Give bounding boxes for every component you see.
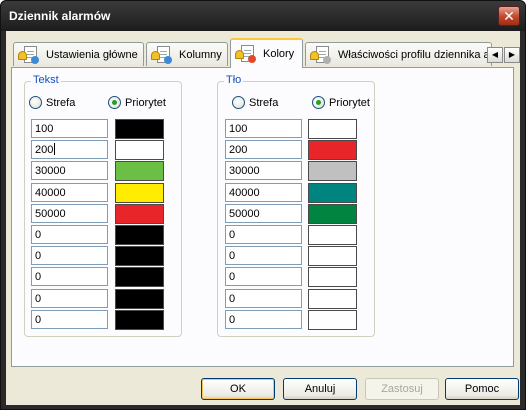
columns-icon [151,45,173,65]
tab-scroll-right-button[interactable]: ▶ [504,47,520,63]
color-swatch-button[interactable] [308,288,357,309]
background-group-title: Tło [224,74,244,86]
threshold-input[interactable]: 0 [225,225,302,244]
ok-button[interactable]: OK [201,378,275,400]
color-swatch-button[interactable] [115,119,164,139]
text-cursor [54,143,56,156]
radio-label: Strefa [46,96,76,109]
radio-button-icon [29,96,42,109]
threshold-input[interactable]: 40000 [225,182,302,202]
apply-button[interactable]: Zastosuj [365,378,439,400]
tab-label: Kolory [263,48,295,60]
text-radio-zone[interactable]: Strefa [29,96,75,109]
threshold-input[interactable]: 0 [225,246,302,266]
alarm-log-dialog: Dziennik alarmów ✕ Ustawienia główne Kol… [0,0,526,410]
color-swatch-button[interactable] [308,182,357,203]
color-swatch-button[interactable] [308,225,357,245]
dialog-client-area: Ustawienia główne Kolumny Kolory Właściw… [6,31,520,405]
close-button[interactable]: ✕ [498,6,520,26]
threshold-input[interactable]: 0 [225,267,302,287]
tab-columns[interactable]: Kolumny [146,42,228,66]
color-swatch-button[interactable] [115,140,164,161]
threshold-input[interactable]: 30000 [225,161,302,181]
tab-general-settings[interactable]: Ustawienia główne [13,42,144,66]
arrow-right-icon: ▶ [508,50,516,59]
colors-tab-panel: Tekst Strefa Priorytet 100 200 30000 40000 5… [11,67,514,367]
radio-button-selected-icon [312,96,325,109]
radio-button-icon [232,96,245,109]
tab-label: Ustawienia główne [46,48,138,61]
threshold-input[interactable]: 30000 [31,161,108,181]
color-swatch-button[interactable] [115,225,164,245]
color-swatch-button[interactable] [115,246,164,267]
threshold-input[interactable]: 50000 [31,203,108,223]
color-swatch-button[interactable] [115,161,164,182]
profile-properties-icon [310,45,332,65]
radio-button-selected-icon [108,96,121,109]
color-swatch-button[interactable] [308,119,357,139]
color-swatch-button[interactable] [115,182,164,203]
radio-label: Priorytet [329,96,370,109]
threshold-input[interactable]: 0 [225,309,302,329]
color-swatch-button[interactable] [115,203,164,224]
threshold-input[interactable]: 0 [31,309,108,329]
threshold-input[interactable]: 100 [31,119,108,138]
tab-scroll-left-button[interactable]: ◀ [487,47,503,63]
threshold-input[interactable]: 100 [225,119,302,138]
background-radio-priority[interactable]: Priorytet [312,96,370,109]
help-button[interactable]: Pomoc [445,378,519,400]
window-title: Dziennik alarmów [9,9,111,23]
colors-icon [235,44,257,64]
color-swatch-button[interactable] [308,203,357,224]
text-color-group: Tekst Strefa Priorytet 100 200 30000 40000 5… [24,74,182,337]
threshold-input[interactable]: 200 [31,140,108,160]
threshold-input[interactable]: 50000 [225,203,302,223]
tab-label: Właściwości profilu dziennika al [338,48,492,61]
alarm-settings-icon [18,45,40,65]
threshold-input[interactable]: 0 [31,288,108,308]
cancel-button[interactable]: Anuluj [283,378,357,400]
threshold-input[interactable]: 200 [225,140,302,160]
background-color-group: Tło Strefa Priorytet 100 200 30000 40000 500… [217,74,375,337]
tab-colors[interactable]: Kolory [230,38,303,68]
background-radio-zone[interactable]: Strefa [232,96,278,109]
tab-alarm-log-profile-properties[interactable]: Właściwości profilu dziennika al [305,42,492,66]
threshold-input[interactable]: 0 [31,267,108,287]
arrow-left-icon: ◀ [491,50,499,59]
tab-strip: Ustawienia główne Kolumny Kolory Właściw… [11,38,520,68]
text-group-title: Tekst [31,74,61,86]
radio-label: Strefa [249,96,279,109]
color-swatch-button[interactable] [308,140,357,161]
color-swatch-button[interactable] [115,288,164,309]
title-bar[interactable]: Dziennik alarmów ✕ [1,1,525,31]
color-swatch-button[interactable] [115,309,164,330]
color-swatch-button[interactable] [308,161,357,182]
color-swatch-button[interactable] [308,309,357,330]
text-radio-priority[interactable]: Priorytet [108,96,166,109]
radio-label: Priorytet [125,96,166,109]
threshold-input[interactable]: 0 [31,246,108,266]
color-swatch-button[interactable] [115,267,164,288]
close-icon: ✕ [503,8,515,24]
threshold-input[interactable]: 0 [225,288,302,308]
color-swatch-button[interactable] [308,246,357,267]
color-swatch-button[interactable] [308,267,357,288]
tab-label: Kolumny [179,48,222,61]
threshold-input[interactable]: 40000 [31,182,108,202]
threshold-input[interactable]: 0 [31,225,108,244]
